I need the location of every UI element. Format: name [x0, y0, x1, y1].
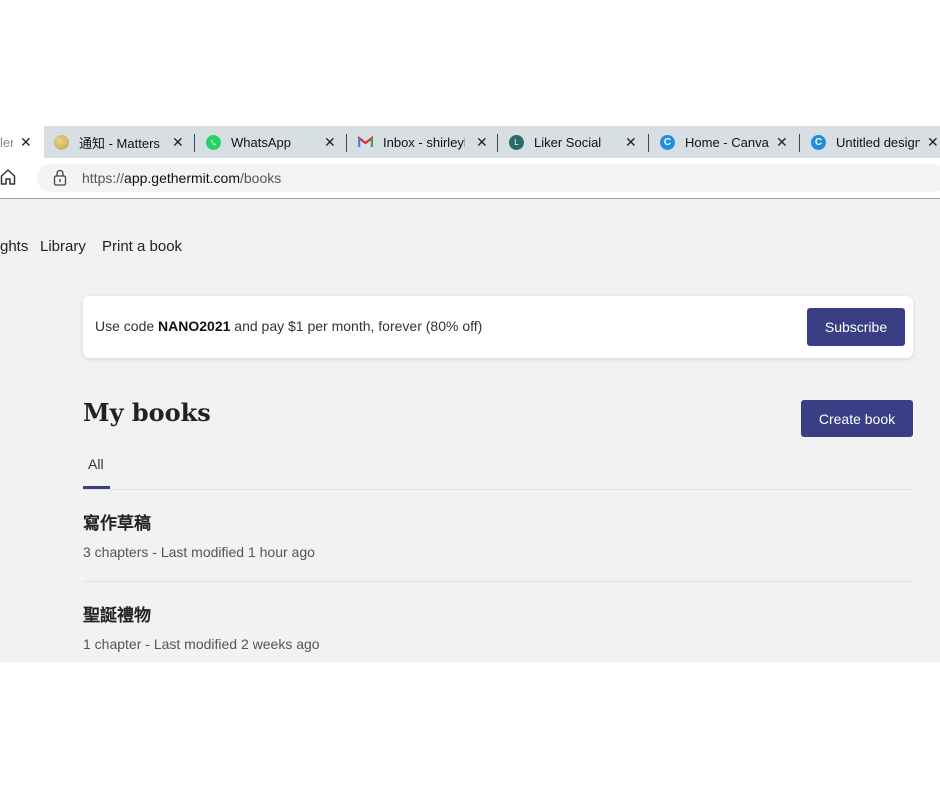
tab-canva-design[interactable]: C Untitled design ✕	[811, 126, 940, 158]
tab-label: Liker Social	[534, 134, 602, 150]
home-icon[interactable]	[0, 168, 16, 191]
divider	[83, 489, 913, 490]
tab-bar: ler ✕ 通知 - Matters ✕ WhatsApp ✕ Inbox - …	[0, 126, 940, 158]
matters-icon	[54, 134, 69, 150]
book-meta: 1 chapter - Last modified 2 weeks ago	[83, 636, 320, 652]
page-title: My books	[83, 398, 211, 427]
promo-banner: Use code NANO2021 and pay $1 per month, …	[83, 296, 913, 358]
close-icon[interactable]: ✕	[927, 134, 939, 150]
canva-icon: C	[811, 134, 826, 150]
tab-label: 通知 - Matters	[79, 135, 160, 151]
tab-label: Inbox - shirleyl	[383, 134, 465, 150]
tab-canva-home[interactable]: C Home - Canva ✕	[660, 126, 798, 158]
tab-active[interactable]: ler ✕	[0, 126, 44, 158]
tab-label: WhatsApp	[231, 134, 291, 150]
create-book-button[interactable]: Create book	[801, 400, 913, 437]
tab-liker[interactable]: L Liker Social ✕	[509, 126, 647, 158]
tab-label: Untitled design	[836, 134, 920, 150]
close-icon[interactable]: ✕	[324, 134, 336, 150]
nav-print-a-book[interactable]: Print a book	[102, 238, 182, 255]
close-icon[interactable]: ✕	[20, 134, 32, 150]
divider	[83, 581, 913, 582]
gmail-icon	[358, 135, 373, 150]
url-text: https://app.gethermit.com/books	[82, 170, 282, 186]
close-icon[interactable]: ✕	[172, 134, 184, 150]
subscribe-button[interactable]: Subscribe	[807, 308, 905, 346]
tab-all[interactable]: All	[88, 456, 104, 472]
tab-label: Home - Canva	[685, 134, 769, 150]
book-meta: 3 chapters - Last modified 1 hour ago	[83, 544, 315, 560]
close-icon[interactable]: ✕	[625, 134, 637, 150]
close-icon[interactable]: ✕	[776, 134, 788, 150]
nav-library[interactable]: Library	[40, 238, 86, 255]
tab-separator	[799, 134, 800, 152]
tab-separator	[497, 134, 498, 152]
tab-matters[interactable]: 通知 - Matters ✕	[54, 126, 192, 158]
promo-text: Use code NANO2021 and pay $1 per month, …	[95, 318, 483, 334]
tab-whatsapp[interactable]: WhatsApp ✕	[206, 126, 344, 158]
address-bar: https://app.gethermit.com/books	[0, 158, 940, 199]
tab-gmail[interactable]: Inbox - shirleyl ✕	[358, 126, 490, 158]
nav-insights[interactable]: ghts	[0, 238, 28, 255]
canva-icon: C	[660, 134, 675, 150]
tab-separator	[648, 134, 649, 152]
browser-window: ler ✕ 通知 - Matters ✕ WhatsApp ✕ Inbox - …	[0, 126, 940, 662]
close-icon[interactable]: ✕	[476, 134, 488, 150]
tab-separator	[346, 134, 347, 152]
tab-label: ler	[0, 134, 13, 150]
lock-icon[interactable]	[53, 169, 67, 192]
tab-separator	[194, 134, 195, 152]
book-title[interactable]: 聖誕禮物	[83, 601, 151, 626]
liker-icon: L	[509, 134, 524, 150]
book-title[interactable]: 寫作草稿	[83, 509, 151, 534]
whatsapp-icon	[206, 134, 221, 150]
